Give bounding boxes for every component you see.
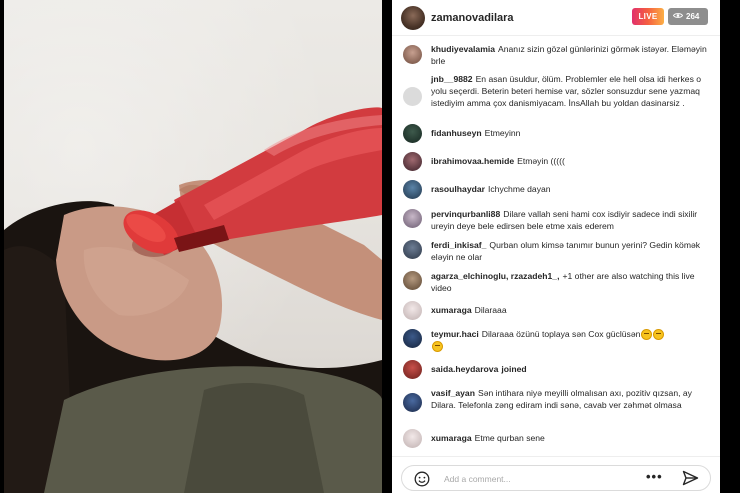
- comment-username[interactable]: teymur.haci: [431, 329, 479, 339]
- commenter-avatar[interactable]: [403, 240, 422, 259]
- comment-username[interactable]: xumaraga: [431, 433, 472, 443]
- comment-text: agarza_elchinoglu, rzazadeh1_, +1 other a…: [431, 270, 707, 294]
- comment-username[interactable]: khudiyevalamia: [431, 44, 495, 54]
- emoji-icon: [432, 341, 443, 353]
- comment-text: saida.heydarova joined: [431, 363, 707, 375]
- comment-footer: •••: [392, 456, 720, 493]
- comment-username[interactable]: saida.heydarova: [431, 364, 498, 374]
- live-chat-panel: zamanovadilara LIVE 264 khudiyevalamia An…: [392, 0, 720, 493]
- comment-username[interactable]: agarza_elchinoglu, rzazadeh1_,: [431, 271, 559, 281]
- commenter-avatar[interactable]: [403, 45, 422, 64]
- comment-text: xumaraga Etme qurban sene: [431, 432, 707, 444]
- comment-username[interactable]: fidanhuseyn: [431, 128, 482, 138]
- comment-text: pervinqurbanli88 Dilare vallah seni hami …: [431, 208, 707, 232]
- live-video-feed[interactable]: [4, 0, 382, 493]
- comment-body: joined: [501, 364, 527, 374]
- commenter-avatar[interactable]: [403, 393, 422, 412]
- comment-body: Etme qurban sene: [474, 433, 545, 443]
- host-username[interactable]: zamanovadilara: [431, 12, 514, 24]
- comment-body: Etmeyinn: [484, 128, 521, 138]
- comment-text: ibrahimovaa.hemide Etməyin (((((: [431, 155, 707, 167]
- comment-username[interactable]: ferdi_inkisaf_: [431, 240, 486, 250]
- comment-username[interactable]: jnb__9882: [431, 74, 473, 84]
- host-avatar[interactable]: [401, 6, 425, 30]
- comment-text: jnb__9882 En asan üsuldur, ölüm. Probleml…: [431, 73, 707, 109]
- smile-icon[interactable]: [414, 471, 430, 487]
- viewer-count-badge[interactable]: 264: [668, 8, 708, 25]
- comment-list: khudiyevalamia Ananız sizin gözəl günləri…: [392, 36, 720, 456]
- commenter-avatar[interactable]: [403, 152, 422, 171]
- comment-text: rasoulhaydar Ichychme dayan: [431, 183, 707, 195]
- comment-body: Ichychme dayan: [487, 184, 551, 194]
- eye-icon: [673, 13, 683, 19]
- commenter-avatar[interactable]: [403, 180, 422, 199]
- comment-body: Dilaraaa özünü toplaya sən Cox güclüsən: [481, 329, 641, 339]
- comment-username[interactable]: rasoulhaydar: [431, 184, 485, 194]
- comment-text: khudiyevalamia Ananız sizin gözəl günləri…: [431, 43, 707, 67]
- commenter-avatar[interactable]: [403, 87, 422, 106]
- commenter-avatar[interactable]: [403, 329, 422, 348]
- send-icon[interactable]: [682, 470, 699, 486]
- live-badge: LIVE: [632, 8, 664, 25]
- comment-username[interactable]: vasif_ayan: [431, 388, 475, 398]
- commenter-avatar[interactable]: [403, 360, 422, 379]
- comment-body: Dilaraaa: [474, 305, 507, 315]
- live-header: zamanovadilara LIVE 264: [392, 0, 720, 36]
- comment-text: ferdi_inkisaf_ Qurban olum kimsə tanımır …: [431, 239, 707, 263]
- comment-text: fidanhuseyn Etmeyinn: [431, 127, 707, 139]
- comment-text: vasif_ayan Sən intihara niyə meyilli olma…: [431, 387, 707, 411]
- emoji-icon: [653, 329, 665, 341]
- emoji-icon: [641, 329, 653, 341]
- right-border: [720, 0, 740, 493]
- comment-username[interactable]: pervinqurbanli88: [431, 209, 500, 219]
- comment-box: •••: [401, 465, 711, 491]
- viewer-count: 264: [686, 12, 700, 21]
- video-scene: [4, 107, 382, 493]
- comment-input[interactable]: [444, 472, 624, 486]
- comment-username[interactable]: xumaraga: [431, 305, 472, 315]
- commenter-avatar[interactable]: [403, 271, 422, 290]
- comment-text: teymur.haci Dilaraaa özünü toplaya sən Co…: [431, 328, 707, 353]
- commenter-avatar[interactable]: [403, 429, 422, 448]
- commenter-avatar[interactable]: [403, 209, 422, 228]
- commenter-avatar[interactable]: [403, 124, 422, 143]
- comment-body: Etməyin (((((: [517, 156, 565, 166]
- more-icon[interactable]: •••: [646, 470, 663, 484]
- commenter-avatar[interactable]: [403, 301, 422, 320]
- comment-text: xumaraga Dilaraaa: [431, 304, 707, 316]
- comment-username[interactable]: ibrahimovaa.hemide: [431, 156, 514, 166]
